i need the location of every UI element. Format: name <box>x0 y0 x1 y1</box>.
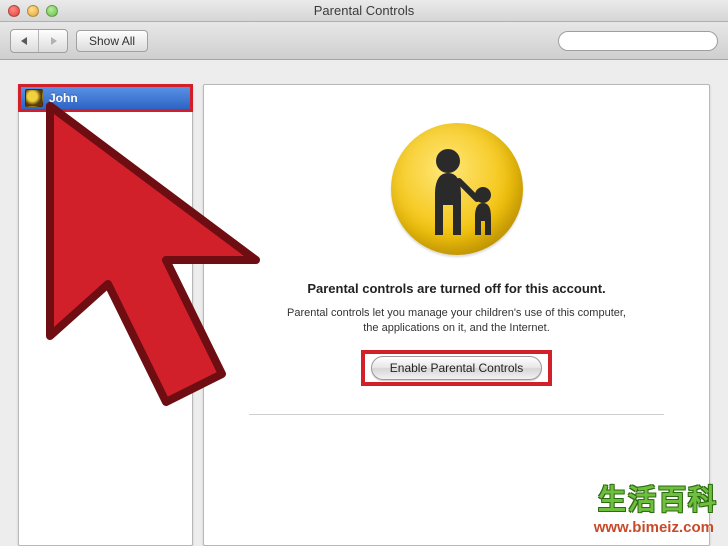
toolbar: Show All Q <box>0 22 728 60</box>
status-heading: Parental controls are turned off for thi… <box>307 281 605 296</box>
forward-button[interactable] <box>39 30 67 52</box>
search-wrap: Q <box>558 31 718 51</box>
window-title: Parental Controls <box>0 3 728 18</box>
parental-controls-icon <box>391 123 523 255</box>
titlebar: Parental Controls <box>0 0 728 22</box>
triangle-right-icon <box>48 36 58 46</box>
sidebar-item-label: John <box>49 91 78 105</box>
enable-parental-controls-button[interactable]: Enable Parental Controls <box>371 356 542 380</box>
nav-back-forward <box>10 29 68 53</box>
zoom-window-button[interactable] <box>46 5 58 17</box>
traffic-lights <box>8 5 58 17</box>
main-panel: Parental controls are turned off for thi… <box>203 84 710 546</box>
separator <box>249 414 663 415</box>
description-text: Parental controls let you manage your ch… <box>287 306 627 336</box>
triangle-left-icon <box>20 36 30 46</box>
avatar <box>25 89 43 107</box>
search-input[interactable] <box>558 31 718 51</box>
minimize-window-button[interactable] <box>27 5 39 17</box>
show-all-button[interactable]: Show All <box>76 30 148 52</box>
sidebar-item-user[interactable]: John <box>19 85 192 111</box>
content: John Parental controls are turned off fo… <box>0 60 728 546</box>
close-window-button[interactable] <box>8 5 20 17</box>
user-sidebar: John <box>18 84 193 546</box>
back-button[interactable] <box>11 30 39 52</box>
